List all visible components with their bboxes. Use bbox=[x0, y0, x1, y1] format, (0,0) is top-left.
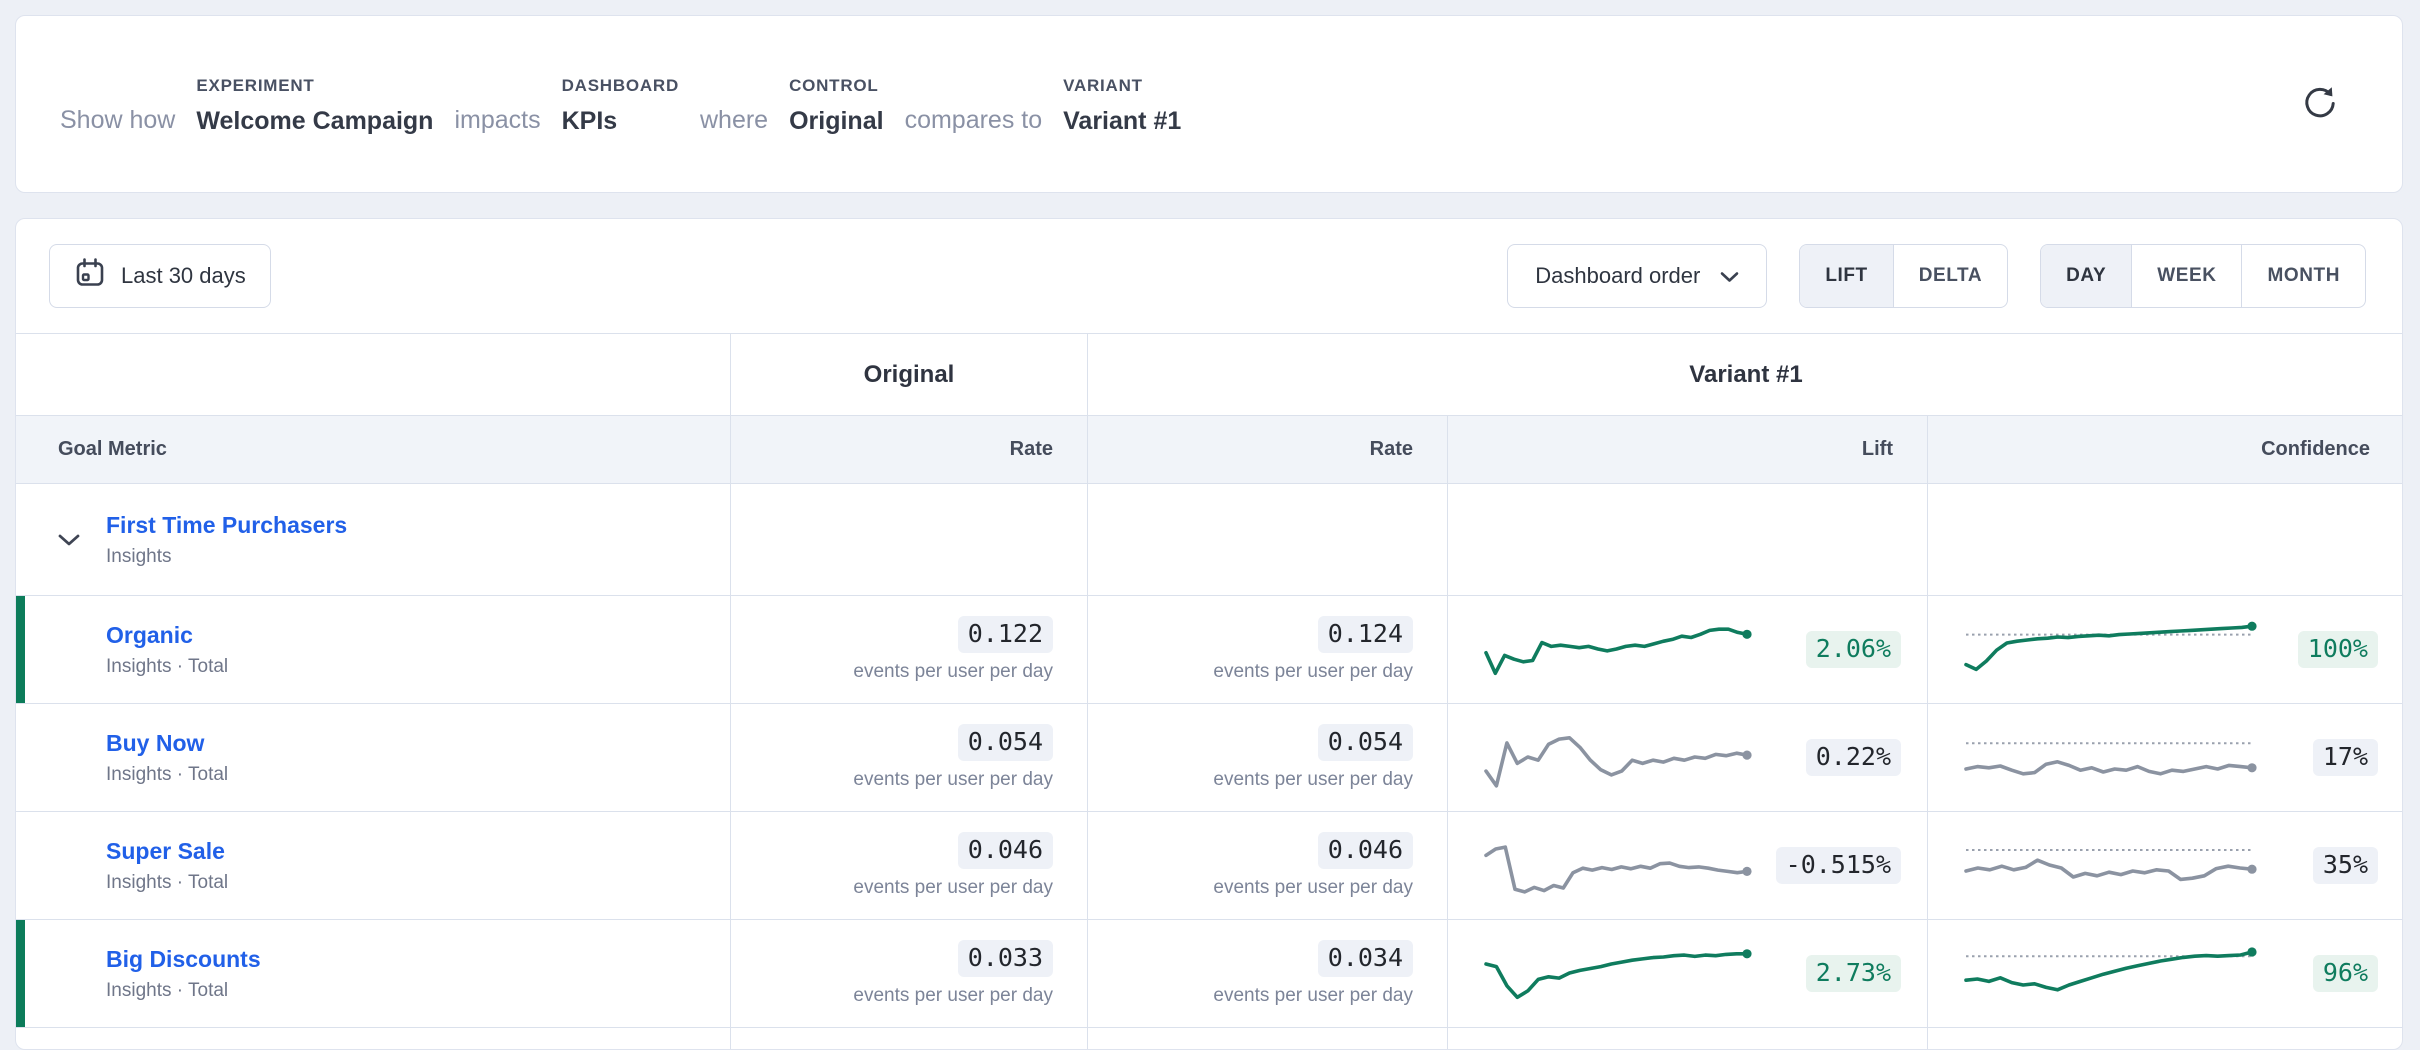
toggle-delta[interactable]: DELTA bbox=[1893, 245, 2007, 307]
variant-label: VARIANT bbox=[1063, 76, 1181, 96]
table-row: Buy Now Insights · Total 0.054 events pe… bbox=[16, 704, 2402, 812]
variant-rate-value: 0.124 bbox=[1318, 616, 1413, 653]
date-range-button[interactable]: Last 30 days bbox=[49, 244, 271, 308]
chevron-down-icon bbox=[1720, 263, 1739, 289]
significance-bar bbox=[16, 596, 25, 703]
sort-order-dropdown[interactable]: Dashboard order bbox=[1507, 244, 1767, 308]
table-row-group: First Time Purchasers Insights bbox=[16, 484, 2402, 596]
toolbar-controls: Dashboard order LIFT DELTA DAY WEEK MONT… bbox=[1507, 244, 2366, 308]
phrase-connector: where bbox=[700, 106, 768, 136]
metric-link[interactable]: Big Discounts bbox=[106, 946, 261, 973]
refresh-button[interactable] bbox=[2294, 78, 2346, 130]
col-goal-metric: Goal Metric bbox=[16, 416, 730, 483]
table-row: Organic Insights · Total 0.122 events pe… bbox=[16, 596, 2402, 704]
table-row-partial bbox=[16, 1028, 2402, 1050]
metric-source: Insights · Total bbox=[106, 764, 730, 786]
control-value: Original bbox=[789, 107, 883, 136]
metrics-table: Original Variant #1 Goal Metric Rate Rat… bbox=[16, 333, 2402, 1050]
toggle-month[interactable]: MONTH bbox=[2241, 245, 2365, 307]
experiment-selector[interactable]: EXPERIMENT Welcome Campaign bbox=[196, 76, 433, 136]
col-lift: Lift bbox=[1447, 416, 1927, 483]
table-column-header: Goal Metric Rate Rate Lift Confidence bbox=[16, 416, 2402, 484]
rate-unit: events per user per day bbox=[1213, 661, 1413, 683]
control-selector[interactable]: CONTROL Original bbox=[789, 76, 883, 136]
metric-source: Insights · Total bbox=[106, 656, 730, 678]
control-rate-value: 0.122 bbox=[958, 616, 1053, 653]
metric-group-source: Insights bbox=[106, 546, 347, 568]
phrase-lead: Show how bbox=[60, 106, 175, 136]
control-group-header: Original bbox=[730, 334, 1087, 415]
metric-link[interactable]: Organic bbox=[106, 622, 193, 649]
variant-rate-value: 0.046 bbox=[1318, 832, 1413, 869]
rate-unit: events per user per day bbox=[853, 985, 1053, 1007]
metric-link[interactable]: Buy Now bbox=[106, 730, 204, 757]
experiment-value: Welcome Campaign bbox=[196, 107, 433, 136]
mode-toggle: LIFT DELTA bbox=[1799, 244, 2008, 308]
phrase-connector: compares to bbox=[905, 106, 1043, 136]
control-rate-value: 0.033 bbox=[958, 940, 1053, 977]
rate-unit: events per user per day bbox=[853, 769, 1053, 791]
significance-bar bbox=[16, 920, 25, 1027]
metric-group-link[interactable]: First Time Purchasers bbox=[106, 512, 347, 539]
toggle-day[interactable]: DAY bbox=[2041, 245, 2131, 307]
confidence-sparkline bbox=[1962, 614, 2262, 686]
experiment-label: EXPERIMENT bbox=[196, 76, 433, 96]
confidence-sparkline bbox=[1962, 830, 2262, 902]
dashboard-value: KPIs bbox=[562, 107, 679, 136]
phrase-connector: impacts bbox=[454, 106, 540, 136]
sort-order-label: Dashboard order bbox=[1535, 263, 1700, 289]
table-group-header: Original Variant #1 bbox=[16, 334, 2402, 416]
col-control-rate: Rate bbox=[730, 416, 1087, 483]
variant-rate-value: 0.034 bbox=[1318, 940, 1413, 977]
confidence-value: 100% bbox=[2298, 631, 2378, 668]
lift-sparkline bbox=[1482, 720, 1757, 796]
confidence-sparkline bbox=[1962, 938, 2262, 1010]
lift-value: 0.22% bbox=[1806, 739, 1901, 776]
lift-sparkline bbox=[1482, 936, 1757, 1012]
table-row: Super Sale Insights · Total 0.046 events… bbox=[16, 812, 2402, 920]
date-range-label: Last 30 days bbox=[121, 263, 246, 289]
dashboard-label: DASHBOARD bbox=[562, 76, 679, 96]
metric-source: Insights · Total bbox=[106, 872, 730, 894]
lift-sparkline bbox=[1482, 828, 1757, 904]
rate-unit: events per user per day bbox=[853, 661, 1053, 683]
confidence-value: 17% bbox=[2313, 739, 2378, 776]
lift-value: -0.515% bbox=[1776, 847, 1901, 884]
variant-value: Variant #1 bbox=[1063, 107, 1181, 136]
calendar-icon bbox=[74, 257, 106, 295]
report-card: Last 30 days Dashboard order LIFT DELTA … bbox=[15, 218, 2403, 1050]
confidence-value: 96% bbox=[2313, 955, 2378, 992]
rate-unit: events per user per day bbox=[1213, 877, 1413, 899]
dashboard-selector[interactable]: DASHBOARD KPIs bbox=[562, 76, 679, 136]
confidence-value: 35% bbox=[2313, 847, 2378, 884]
control-label: CONTROL bbox=[789, 76, 883, 96]
metric-link[interactable]: Super Sale bbox=[106, 838, 225, 865]
lift-value: 2.06% bbox=[1806, 631, 1901, 668]
variant-group-header: Variant #1 bbox=[1087, 334, 2403, 415]
rate-unit: events per user per day bbox=[1213, 985, 1413, 1007]
variant-rate-value: 0.054 bbox=[1318, 724, 1413, 761]
table-row: Big Discounts Insights · Total 0.033 eve… bbox=[16, 920, 2402, 1028]
toggle-week[interactable]: WEEK bbox=[2131, 245, 2241, 307]
control-rate-value: 0.054 bbox=[958, 724, 1053, 761]
chevron-down-icon[interactable] bbox=[56, 533, 82, 547]
metric-source: Insights · Total bbox=[106, 980, 730, 1002]
toggle-lift[interactable]: LIFT bbox=[1800, 245, 1892, 307]
refresh-icon bbox=[2301, 84, 2339, 125]
rate-unit: events per user per day bbox=[1213, 769, 1413, 791]
experiment-summary-card: Show how EXPERIMENT Welcome Campaign imp… bbox=[15, 15, 2403, 193]
variant-selector[interactable]: VARIANT Variant #1 bbox=[1063, 76, 1181, 136]
report-toolbar: Last 30 days Dashboard order LIFT DELTA … bbox=[16, 219, 2402, 333]
lift-value: 2.73% bbox=[1806, 955, 1901, 992]
col-variant-rate: Rate bbox=[1087, 416, 1447, 483]
confidence-sparkline bbox=[1962, 722, 2262, 794]
lift-sparkline bbox=[1482, 612, 1757, 688]
granularity-toggle: DAY WEEK MONTH bbox=[2040, 244, 2366, 308]
control-rate-value: 0.046 bbox=[958, 832, 1053, 869]
rate-unit: events per user per day bbox=[853, 877, 1053, 899]
col-confidence: Confidence bbox=[1927, 416, 2403, 483]
experiment-phrase: Show how EXPERIMENT Welcome Campaign imp… bbox=[60, 72, 2294, 136]
